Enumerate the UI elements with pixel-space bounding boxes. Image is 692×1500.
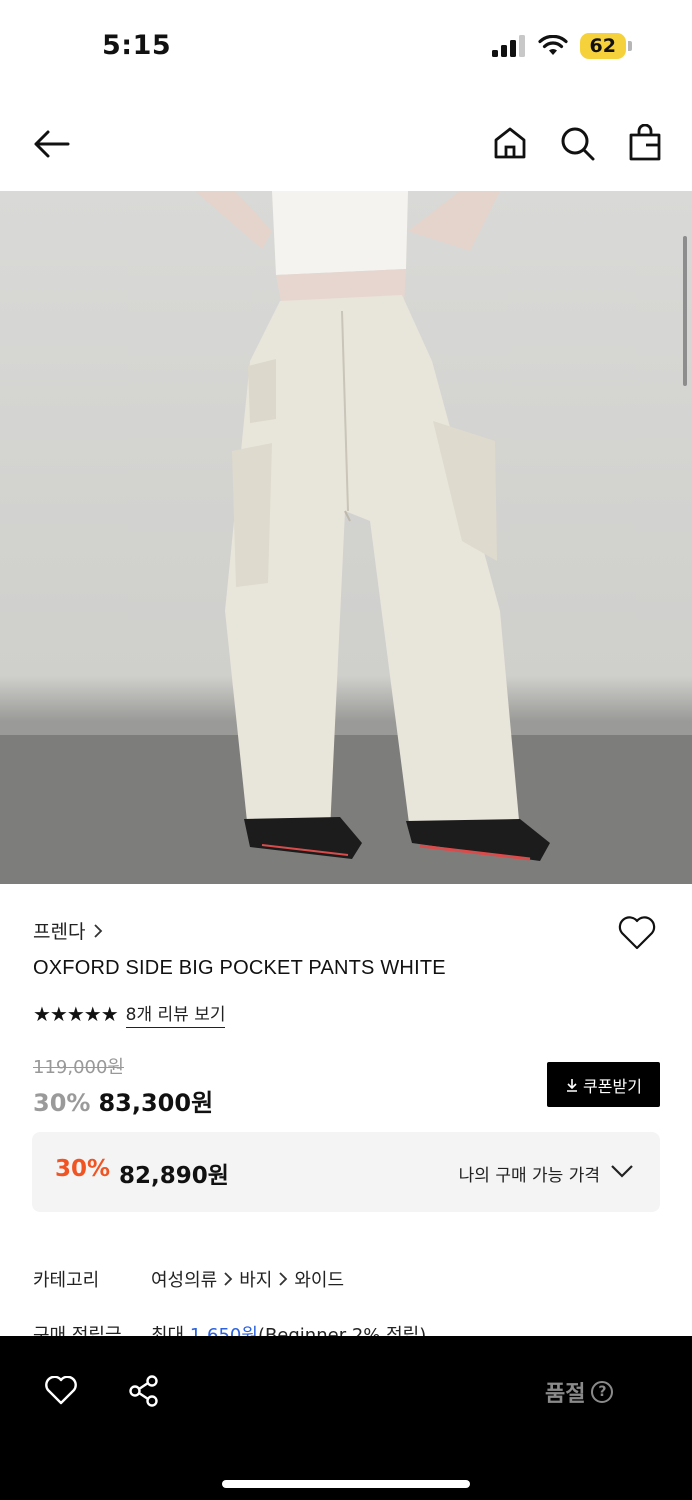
price-row: 30% 83,300원 xyxy=(33,1083,213,1118)
brand-name: 프렌다 xyxy=(33,921,86,943)
search-icon[interactable] xyxy=(560,126,596,162)
product-image[interactable] xyxy=(0,191,692,884)
category-item[interactable]: 와이드 xyxy=(294,1266,344,1292)
category-label: 카테고리 xyxy=(33,1270,100,1291)
category-row: 카테고리 여성의류 바지 와이드 xyxy=(33,1266,344,1292)
category-item[interactable]: 여성의류 xyxy=(151,1266,217,1292)
chevron-down-icon xyxy=(611,1165,633,1178)
status-time: 5:15 xyxy=(102,30,172,61)
heart-icon[interactable] xyxy=(44,1376,78,1406)
discount-rate: 30% xyxy=(33,1089,91,1117)
category-breadcrumb: 여성의류 바지 와이드 xyxy=(151,1266,344,1292)
status-bar: 5:15 62 xyxy=(0,0,692,92)
home-icon[interactable] xyxy=(493,126,527,160)
brand-link[interactable]: 프렌다 xyxy=(33,917,103,944)
coupon-button[interactable]: 쿠폰받기 xyxy=(547,1062,660,1107)
heart-icon[interactable] xyxy=(617,915,657,951)
top-nav xyxy=(0,100,692,190)
original-price: 119,000원 xyxy=(33,1057,124,1078)
shopping-bag-icon[interactable] xyxy=(628,124,662,162)
chevron-right-icon xyxy=(224,1272,233,1286)
home-indicator[interactable] xyxy=(222,1480,470,1488)
share-icon[interactable] xyxy=(128,1374,160,1408)
battery-indicator: 62 xyxy=(579,33,632,59)
product-photo xyxy=(0,191,692,884)
my-price-label: 나의 구매 가능 가격 xyxy=(458,1166,600,1186)
soldout-label: 품절 xyxy=(545,1382,586,1407)
wifi-icon xyxy=(537,35,568,55)
chevron-right-icon xyxy=(279,1272,288,1286)
download-icon xyxy=(567,1078,578,1092)
soldout-status: 품절 ? xyxy=(545,1376,614,1408)
rating-stars: ★★★★★ xyxy=(33,1002,119,1026)
my-price: 82,890원 xyxy=(119,1163,229,1189)
rating-row: ★★★★★ 8개 리뷰 보기 xyxy=(33,1000,226,1028)
review-link[interactable]: 8개 리뷰 보기 xyxy=(125,1000,226,1028)
chevron-right-icon xyxy=(94,923,103,938)
signal-icon xyxy=(491,35,525,57)
battery-level: 62 xyxy=(579,33,626,59)
status-icons: 62 xyxy=(491,33,632,59)
coupon-label: 쿠폰받기 xyxy=(583,1076,642,1096)
bottom-action-bar: 품절 ? xyxy=(0,1336,692,1500)
category-item[interactable]: 바지 xyxy=(239,1266,272,1292)
my-price-box[interactable]: 30% 82,890원 나의 구매 가능 가격 xyxy=(32,1132,660,1212)
product-name: OXFORD SIDE BIG POCKET PANTS WHITE xyxy=(33,957,446,979)
help-icon[interactable]: ? xyxy=(591,1381,614,1403)
image-scrollbar[interactable] xyxy=(683,236,687,386)
sale-price: 83,300원 xyxy=(98,1089,214,1117)
my-discount-rate: 30% xyxy=(55,1156,111,1182)
back-arrow-icon[interactable] xyxy=(32,128,70,160)
battery-cap xyxy=(628,41,632,51)
